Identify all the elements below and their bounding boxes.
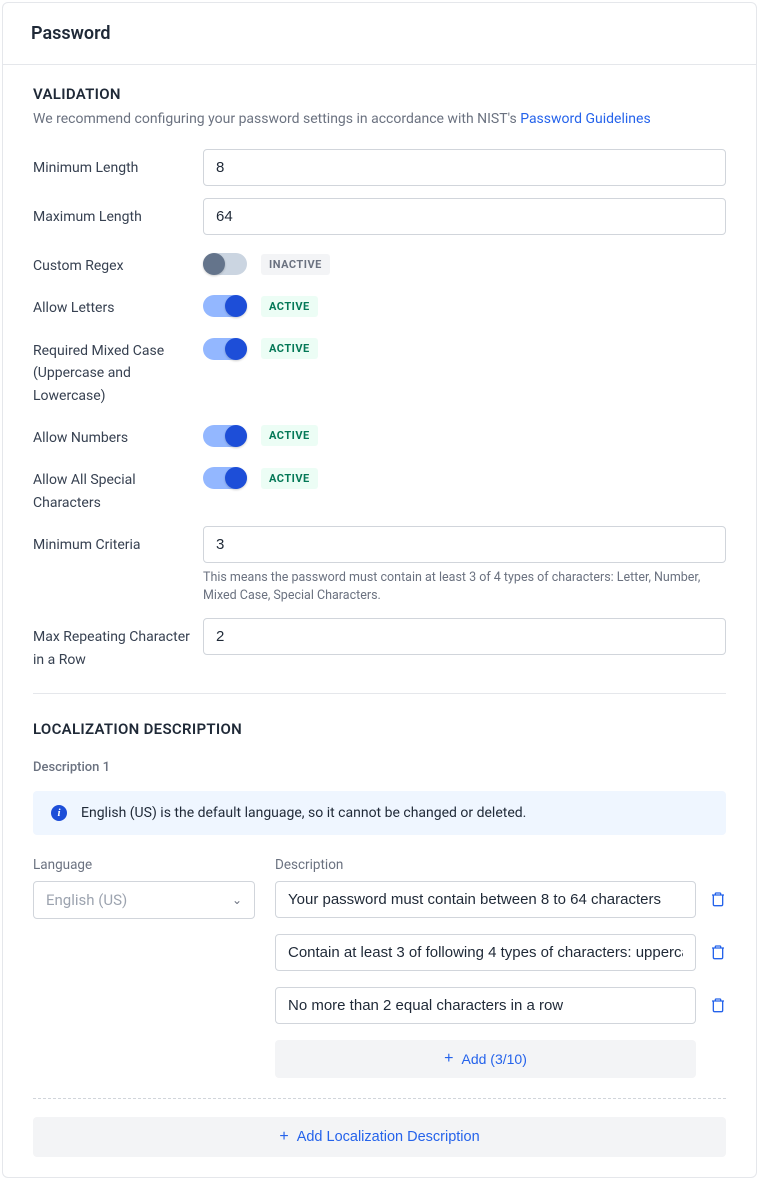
default-language-info: i English (US) is the default language, … — [33, 791, 726, 835]
max-repeat-label: Max Repeating Character in a Row — [33, 618, 203, 671]
plus-icon: + — [444, 1051, 453, 1067]
description-row — [275, 934, 726, 971]
language-column: Language English (US) ⌄ — [33, 857, 255, 919]
localization-grid: Language English (US) ⌄ Description — [33, 857, 726, 1078]
allow-numbers-label: Allow Numbers — [33, 419, 203, 449]
custom-regex-badge: INACTIVE — [261, 254, 330, 275]
max-repeat-row: Max Repeating Character in a Row — [33, 618, 726, 671]
custom-regex-label: Custom Regex — [33, 247, 203, 277]
validation-title: VALIDATION — [33, 85, 726, 103]
mixed-case-label: Required Mixed Case (Uppercase and Lower… — [33, 332, 203, 407]
password-settings-card: Password VALIDATION We recommend configu… — [2, 2, 757, 1178]
mixed-case-toggle[interactable] — [203, 338, 247, 360]
min-length-input[interactable] — [203, 149, 726, 186]
description-column: Description — [275, 857, 726, 1078]
info-message: English (US) is the default language, so… — [81, 805, 526, 821]
description-label: Description — [275, 857, 726, 873]
allow-numbers-row: Allow Numbers ACTIVE — [33, 419, 726, 449]
max-length-row: Maximum Length — [33, 198, 726, 235]
min-criteria-row: Minimum Criteria This means the password… — [33, 526, 726, 604]
mixed-case-row: Required Mixed Case (Uppercase and Lower… — [33, 332, 726, 407]
custom-regex-row: Custom Regex INACTIVE — [33, 247, 726, 277]
add-description-label: Add (3/10) — [461, 1051, 526, 1067]
min-length-label: Minimum Length — [33, 149, 203, 179]
add-localization-label: Add Localization Description — [297, 1129, 480, 1145]
validation-section: VALIDATION We recommend configuring your… — [3, 65, 756, 1177]
description-row — [275, 987, 726, 1024]
allow-letters-badge: ACTIVE — [261, 296, 318, 317]
min-criteria-input[interactable] — [203, 526, 726, 563]
page-title: Password — [31, 23, 728, 44]
description-row — [275, 881, 726, 918]
info-icon: i — [51, 805, 67, 821]
dashed-divider — [33, 1098, 726, 1099]
min-length-row: Minimum Length — [33, 149, 726, 186]
chevron-down-icon: ⌄ — [232, 893, 242, 907]
description-input-2[interactable] — [275, 934, 696, 971]
language-value: English (US) — [46, 891, 127, 909]
delete-icon[interactable] — [710, 890, 726, 908]
allow-special-label: Allow All Special Characters — [33, 461, 203, 514]
allow-letters-toggle[interactable] — [203, 295, 247, 317]
localization-title: LOCALIZATION DESCRIPTION — [33, 720, 726, 738]
delete-icon[interactable] — [710, 996, 726, 1014]
min-criteria-label: Minimum Criteria — [33, 526, 203, 556]
language-select[interactable]: English (US) ⌄ — [33, 881, 255, 919]
validation-description: We recommend configuring your password s… — [33, 111, 726, 127]
max-length-input[interactable] — [203, 198, 726, 235]
description-input-1[interactable] — [275, 881, 696, 918]
allow-special-badge: ACTIVE — [261, 468, 318, 489]
custom-regex-toggle[interactable] — [203, 253, 247, 275]
allow-letters-label: Allow Letters — [33, 289, 203, 319]
password-guidelines-link[interactable]: Password Guidelines — [520, 111, 650, 127]
language-label: Language — [33, 857, 255, 873]
description-input-3[interactable] — [275, 987, 696, 1024]
add-localization-button[interactable]: + Add Localization Description — [33, 1117, 726, 1157]
allow-special-row: Allow All Special Characters ACTIVE — [33, 461, 726, 514]
mixed-case-badge: ACTIVE — [261, 338, 318, 359]
add-description-button[interactable]: + Add (3/10) — [275, 1040, 696, 1078]
description-subheading: Description 1 — [33, 760, 726, 775]
allow-numbers-toggle[interactable] — [203, 425, 247, 447]
max-repeat-input[interactable] — [203, 618, 726, 655]
allow-letters-row: Allow Letters ACTIVE — [33, 289, 726, 319]
section-divider — [33, 693, 726, 694]
allow-special-toggle[interactable] — [203, 467, 247, 489]
delete-icon[interactable] — [710, 943, 726, 961]
plus-icon: + — [279, 1129, 288, 1145]
min-criteria-help: This means the password must contain at … — [203, 569, 726, 604]
max-length-label: Maximum Length — [33, 198, 203, 228]
allow-numbers-badge: ACTIVE — [261, 425, 318, 446]
card-header: Password — [3, 3, 756, 65]
